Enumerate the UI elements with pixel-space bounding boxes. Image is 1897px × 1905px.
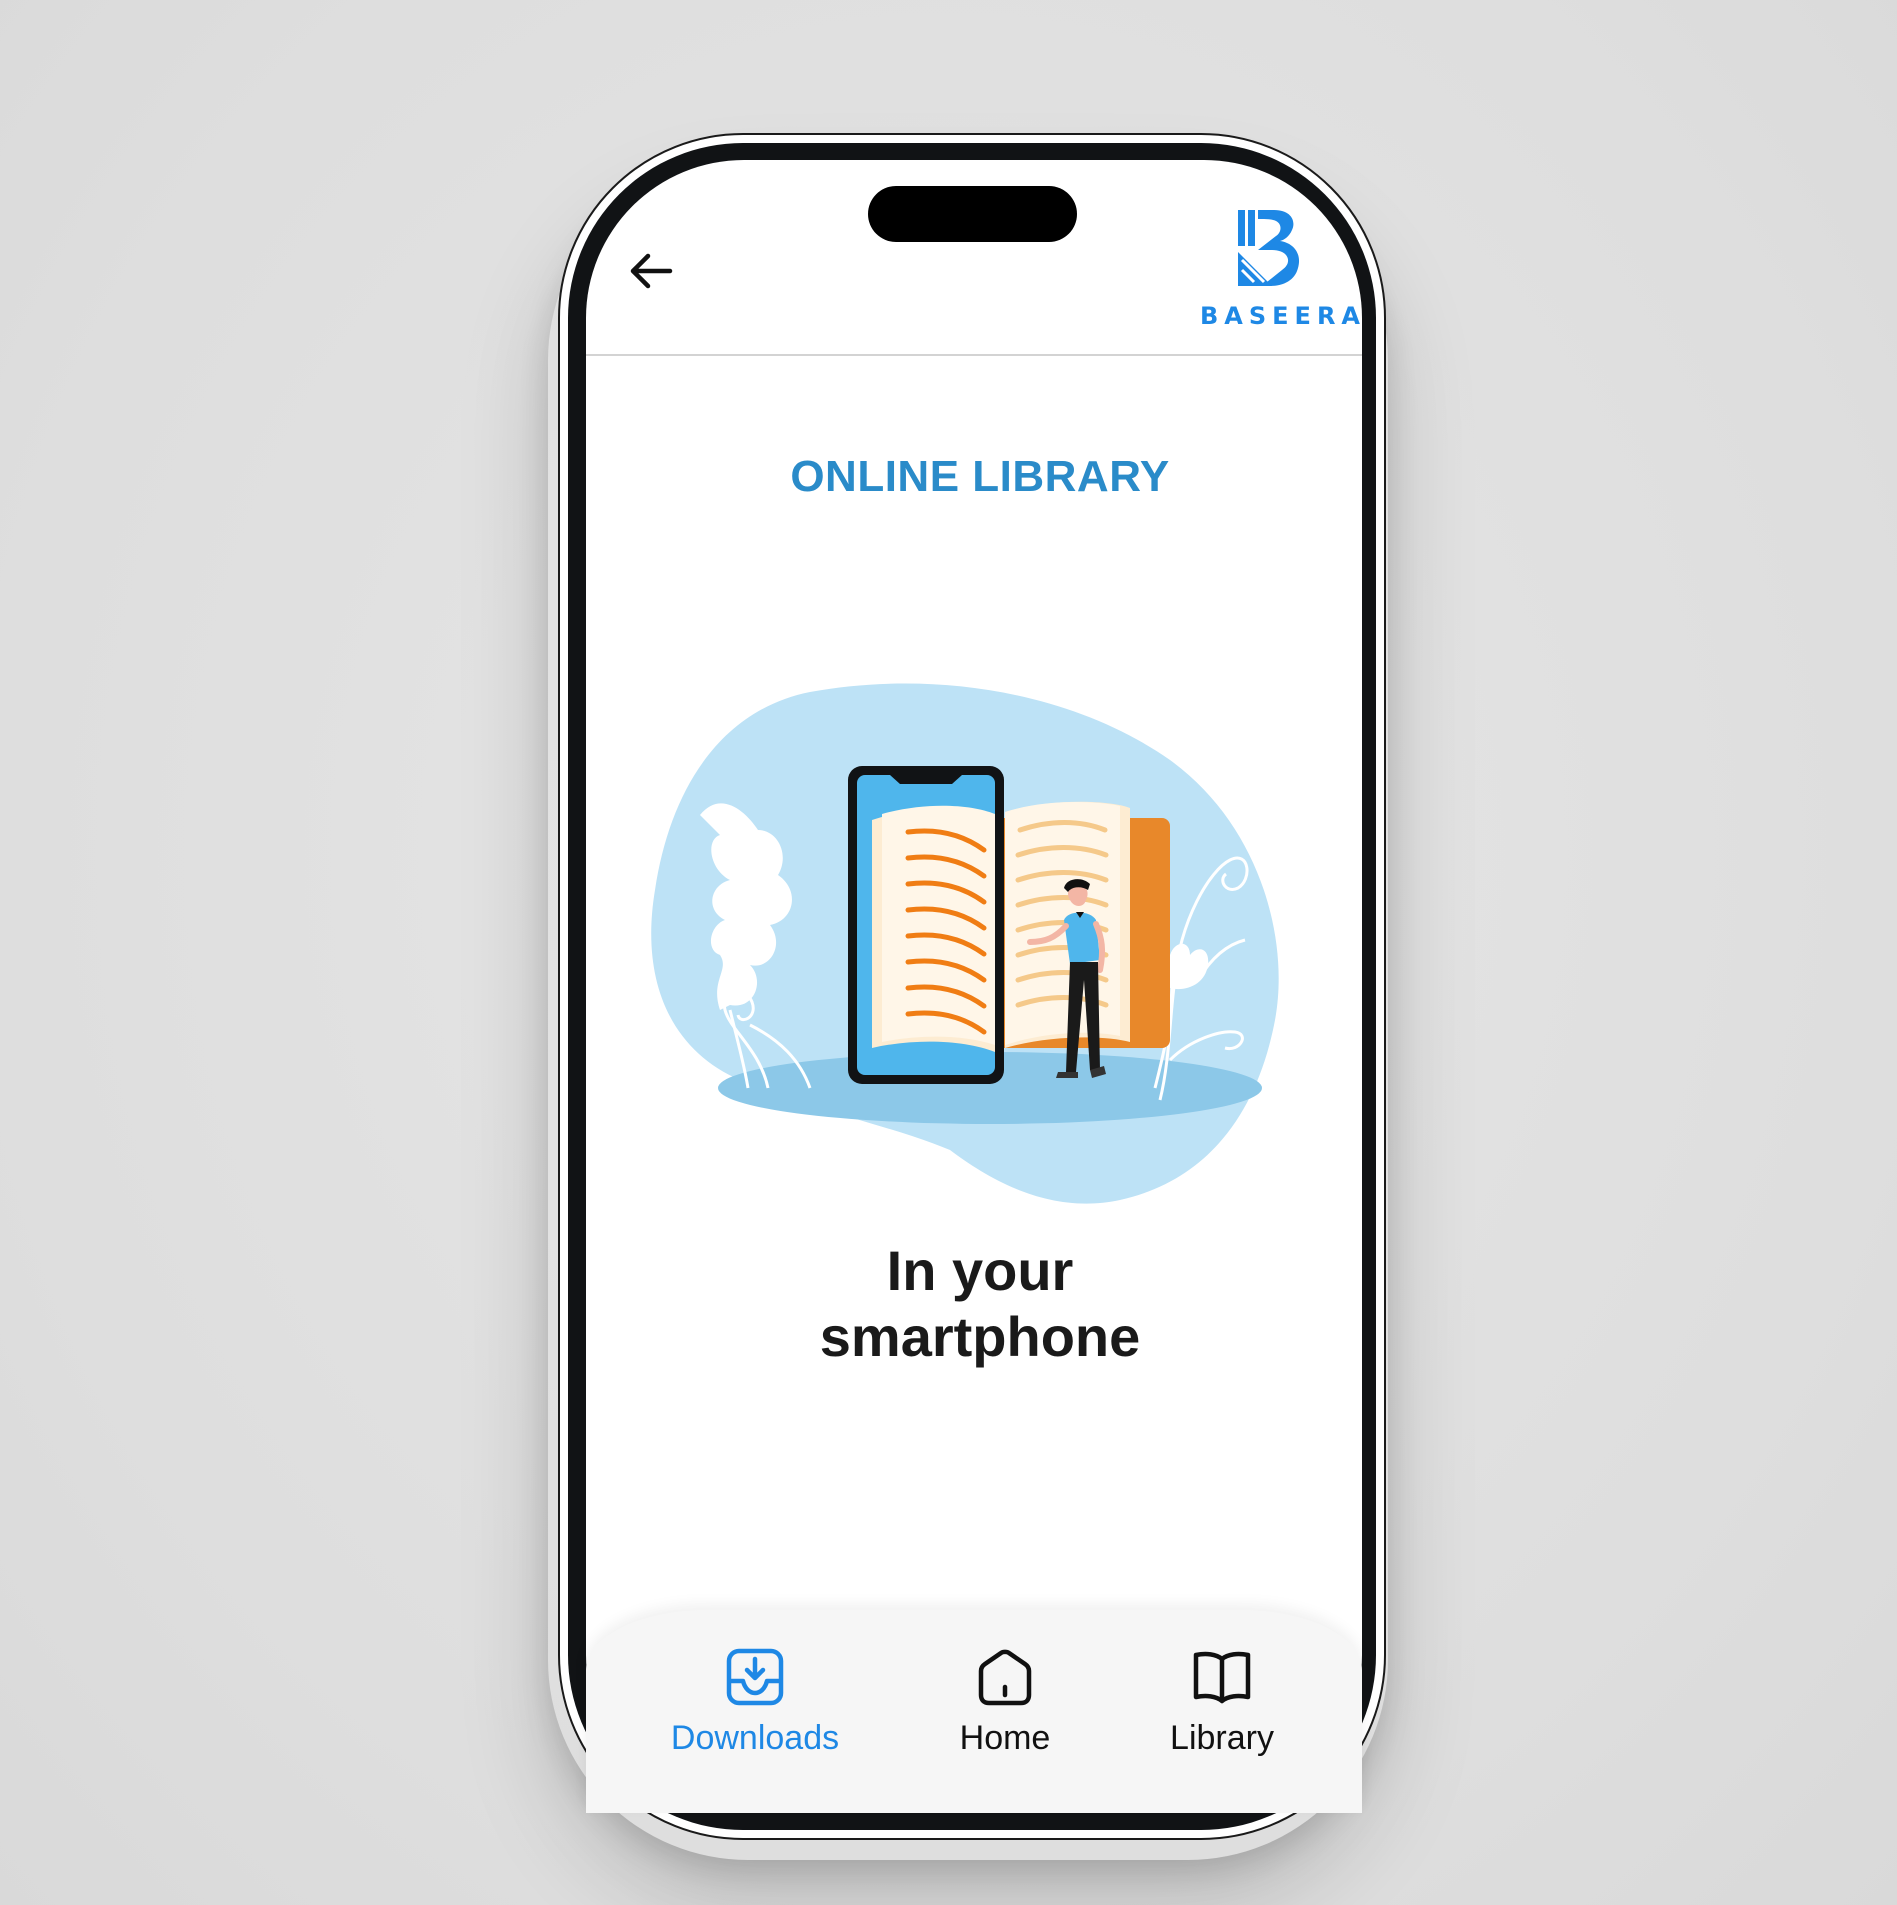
back-button[interactable] xyxy=(620,240,682,302)
logo-text: BASEERA xyxy=(1200,302,1366,330)
header-divider xyxy=(586,354,1362,356)
subtitle: In your smartphone xyxy=(640,1238,1320,1370)
subtitle-line-2: smartphone xyxy=(819,1305,1141,1368)
page-title: ONLINE LIBRARY xyxy=(790,452,1170,501)
smartphone-open-book-illustration xyxy=(651,683,1279,1204)
arrow-left-icon xyxy=(630,253,673,289)
open-book-icon xyxy=(1193,1651,1251,1704)
home-icon xyxy=(978,1649,1032,1706)
baseera-logo: BASEERA xyxy=(1200,206,1366,331)
baseera-logo-mark xyxy=(1238,210,1300,286)
nav-label-library: Library xyxy=(1170,1719,1274,1757)
nav-item-home[interactable]: Home xyxy=(905,1640,1105,1770)
background: BASEERA ONLINE LIBRARY In your smartphon… xyxy=(0,0,1897,1905)
dynamic-island xyxy=(868,186,1077,242)
subtitle-line-1: In your xyxy=(886,1239,1074,1302)
nav-label-home: Home xyxy=(959,1719,1051,1757)
nav-item-library[interactable]: Library xyxy=(1122,1640,1322,1770)
nav-label-downloads: Downloads xyxy=(670,1719,840,1757)
download-tray-icon xyxy=(726,1648,784,1706)
nav-item-downloads[interactable]: Downloads xyxy=(655,1640,855,1770)
